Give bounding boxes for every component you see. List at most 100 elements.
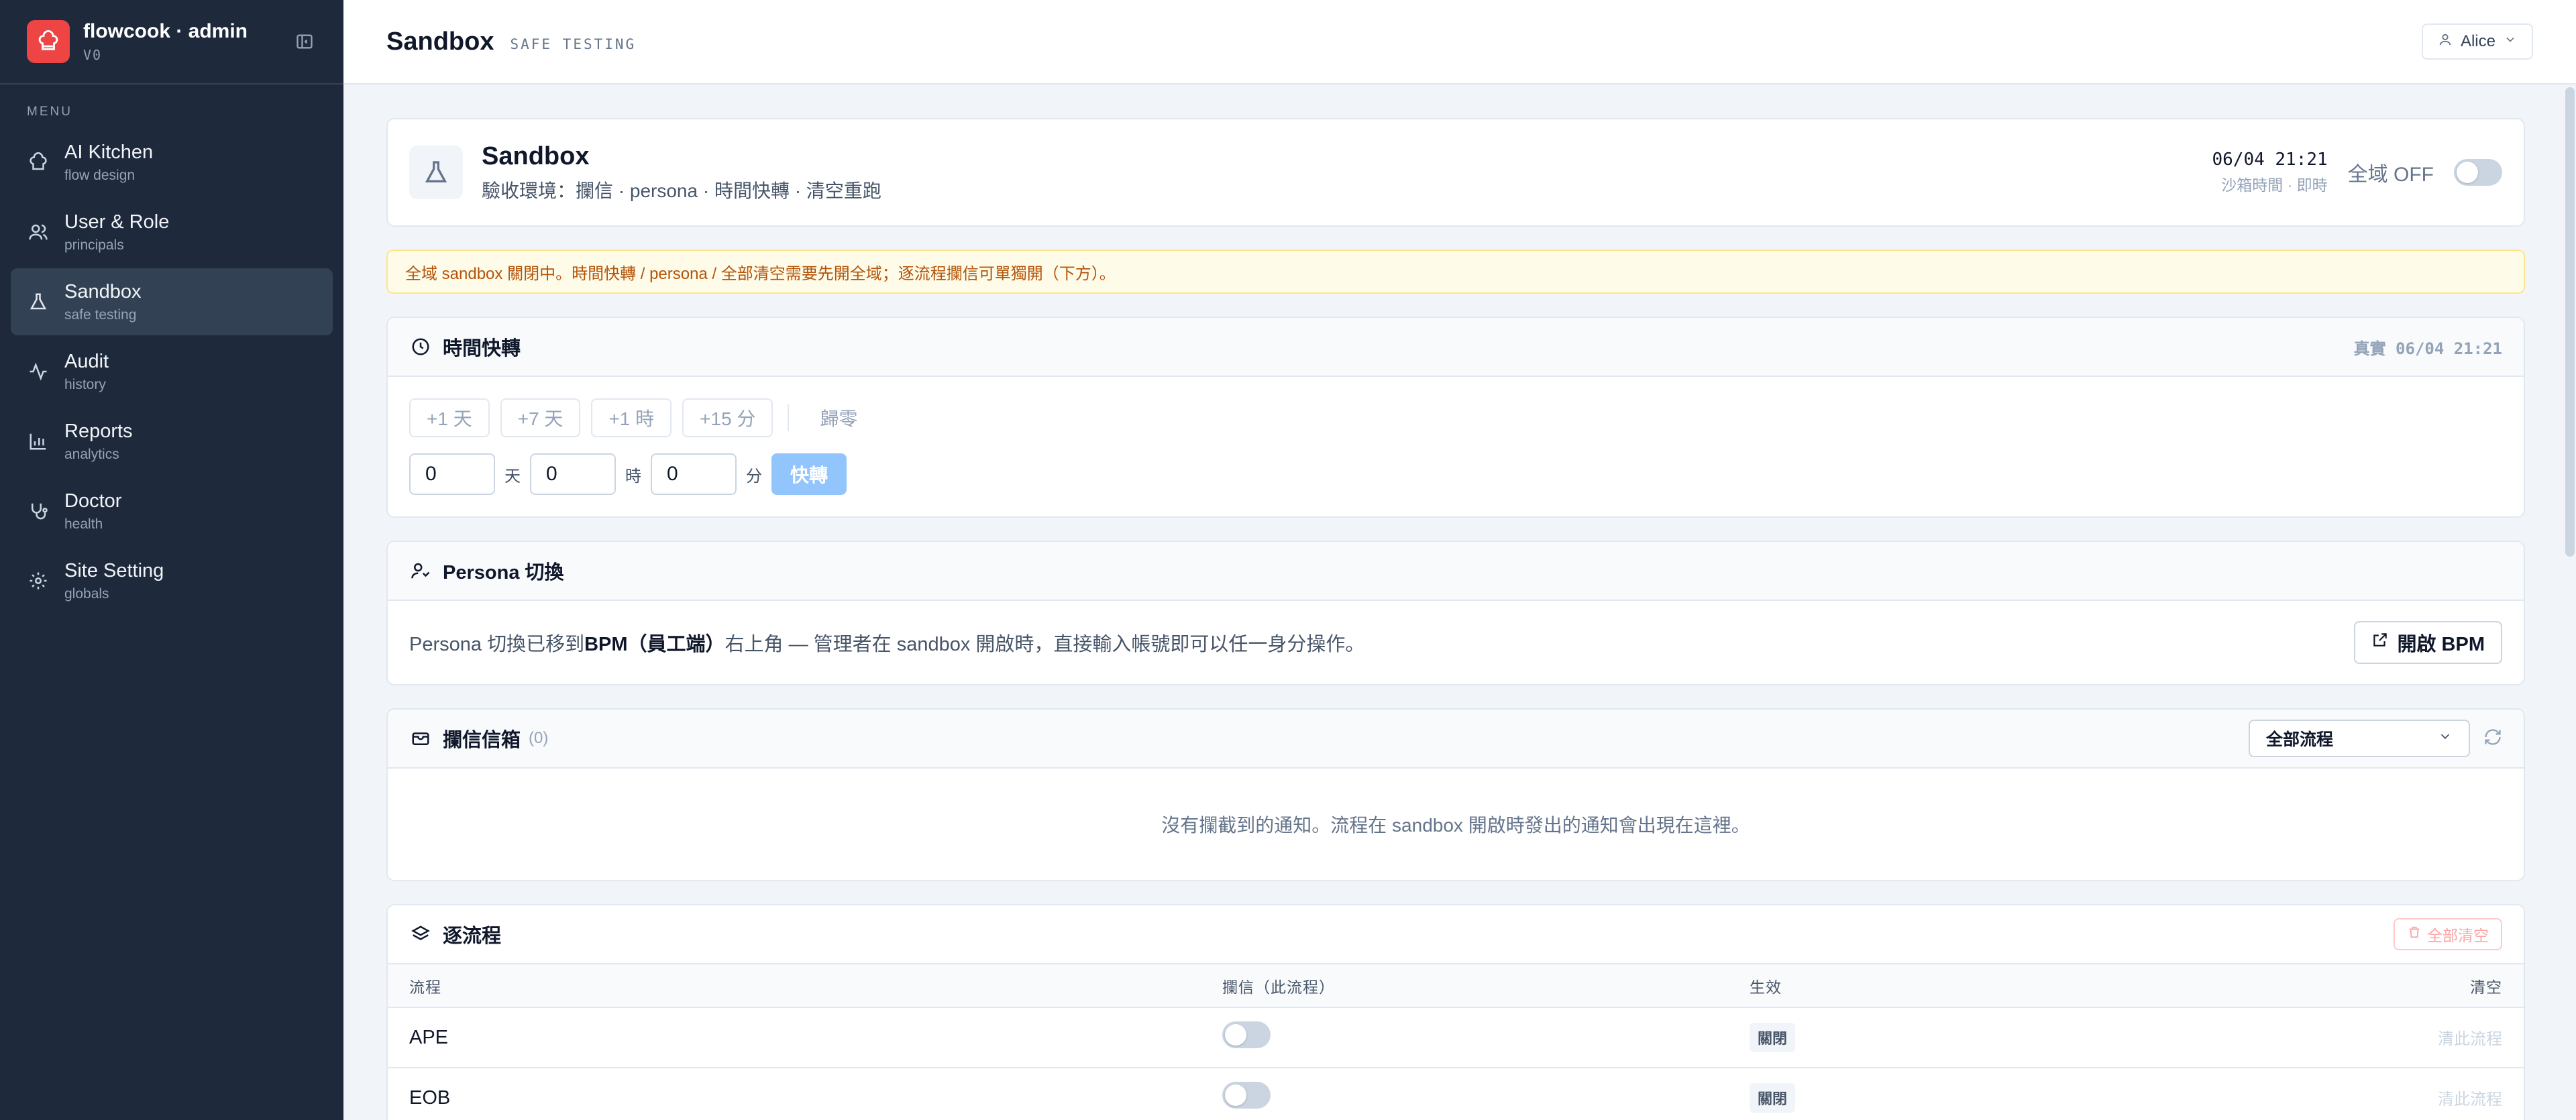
status-badge: 關閉 <box>1750 1083 1796 1113</box>
topbar: Sandbox SAFE TESTING Alice <box>343 0 2576 85</box>
table-row: APE 關閉 清此流程 <box>388 1007 2524 1068</box>
flow-filter-select[interactable]: 全部流程 <box>2249 720 2470 757</box>
global-toggle-label: 全域 OFF <box>2347 164 2434 186</box>
brand-header: flowcook · admin V0 <box>0 0 343 85</box>
sidebar-item-audit[interactable]: Audit history <box>11 338 333 405</box>
users-icon <box>27 221 50 243</box>
fast-forward-button[interactable]: 快轉 <box>771 453 847 495</box>
chevron-down-icon <box>2438 729 2453 748</box>
per-flow-card: 逐流程 全部清空 流程 攔信（此流程） 生效 清空 APE 關閉 清此流程 EO… <box>386 904 2525 1120</box>
sidebar-item-sub: health <box>64 516 103 532</box>
days-unit: 天 <box>504 467 521 486</box>
clear-all-label: 全部清空 <box>2427 927 2489 944</box>
sidebar-item-label: User & Role <box>64 211 170 233</box>
hours-input[interactable]: 0 <box>530 453 616 495</box>
sidebar-item-sub: analytics <box>64 446 119 462</box>
flow-filter-value: 全部流程 <box>2266 730 2334 749</box>
refresh-icon[interactable] <box>2483 728 2502 750</box>
column-header: 流程 <box>388 964 1201 1008</box>
user-menu-button[interactable]: Alice <box>2421 23 2533 60</box>
bar-chart-icon <box>27 430 50 453</box>
table-row: EOB 關閉 清此流程 <box>388 1068 2524 1120</box>
minutes-unit: 分 <box>746 467 762 486</box>
user-switch-icon <box>409 559 432 582</box>
column-header: 生效 <box>1728 964 2088 1008</box>
sidebar: flowcook · admin V0 MENU AI Kitchen flow … <box>0 0 343 1120</box>
sidebar-item-sub: principals <box>64 237 124 253</box>
sidebar-item-user-role[interactable]: User & Role principals <box>11 199 333 266</box>
main-content: Sandbox 驗收環境：攔信 · persona · 時間快轉 · 清空重跑 … <box>386 118 2525 1120</box>
global-off-alert: 全域 sandbox 關閉中。時間快轉 / persona / 全部清空需要先開… <box>386 249 2525 294</box>
hero-title: Sandbox <box>482 142 590 170</box>
per-flow-table: 流程 攔信（此流程） 生效 清空 APE 關閉 清此流程 EOB 關閉 清此流程 <box>388 964 2524 1120</box>
minutes-input[interactable]: 0 <box>651 453 737 495</box>
sidebar-item-reports[interactable]: Reports analytics <box>11 408 333 475</box>
user-name: Alice <box>2460 32 2496 50</box>
sidebar-item-site-setting[interactable]: Site Setting globals <box>11 547 333 614</box>
sidebar-item-label: Audit <box>64 350 109 372</box>
inbox-icon <box>409 727 432 750</box>
menu-label: MENU <box>27 105 72 119</box>
sidebar-item-sub: globals <box>64 585 109 602</box>
flow-intercept-toggle[interactable] <box>1222 1021 1271 1048</box>
gear-icon <box>27 569 50 592</box>
hours-unit: 時 <box>625 467 641 486</box>
external-link-icon <box>2371 631 2389 654</box>
open-bpm-button[interactable]: 開啟 BPM <box>2354 621 2502 664</box>
chevron-down-icon <box>2504 32 2517 51</box>
sidebar-collapse-icon[interactable] <box>292 30 317 54</box>
inbox-empty-message: 沒有攔截到的通知。流程在 sandbox 開啟時發出的通知會出現在這裡。 <box>1161 815 1750 836</box>
activity-icon <box>27 360 50 383</box>
brand-title: flowcook · admin <box>83 20 248 42</box>
sidebar-item-label: Reports <box>64 420 133 442</box>
sidebar-item-label: Site Setting <box>64 559 164 581</box>
sidebar-item-label: Sandbox <box>64 280 142 302</box>
clear-flow-button[interactable]: 清此流程 <box>2438 1090 2502 1109</box>
column-header: 攔信（此流程） <box>1201 964 1728 1008</box>
page-title: Sandbox <box>386 27 494 56</box>
days-input[interactable]: 0 <box>409 453 495 495</box>
intercept-inbox-card: 攔信信箱 (0) 全部流程 沒有攔截到的通知。流程在 sandbox 開啟時發出… <box>386 708 2525 881</box>
column-header: 清空 <box>2088 964 2524 1008</box>
real-time-readout: 真實 06/04 21:21 <box>2353 339 2502 358</box>
card-title: 攔信信箱 <box>443 730 521 751</box>
user-icon <box>2438 32 2453 52</box>
sidebar-item-sub: safe testing <box>64 306 137 323</box>
add-15-min-button[interactable]: +15 分 <box>682 398 773 437</box>
clear-flow-button[interactable]: 清此流程 <box>2438 1030 2502 1048</box>
open-bpm-label: 開啟 BPM <box>2397 634 2485 655</box>
chef-hat-icon <box>27 151 50 174</box>
page-subtitle: SAFE TESTING <box>510 36 637 52</box>
sidebar-item-label: AI Kitchen <box>64 141 154 163</box>
hero-subtitle: 驗收環境：攔信 · persona · 時間快轉 · 清空重跑 <box>482 180 881 201</box>
sidebar-item-sandbox[interactable]: Sandbox safe testing <box>11 268 333 335</box>
sidebar-item-doctor[interactable]: Doctor health <box>11 478 333 545</box>
clock-icon <box>409 335 432 358</box>
card-title: 時間快轉 <box>443 338 521 359</box>
trash-icon <box>2407 925 2422 944</box>
flow-name: EOB <box>388 1068 1201 1120</box>
sidebar-item-sub: flow design <box>64 167 136 183</box>
clear-all-button[interactable]: 全部清空 <box>2394 918 2502 950</box>
sidebar-item-ai-kitchen[interactable]: AI Kitchen flow design <box>11 129 333 196</box>
brand-version: V0 <box>83 47 103 63</box>
persona-text-after: 右上角 — 管理者在 sandbox 開啟時，直接輸入帳號即可以任一身分操作。 <box>724 634 1365 655</box>
flask-icon <box>27 290 50 313</box>
reset-time-button[interactable]: 歸零 <box>804 398 874 437</box>
flow-intercept-toggle[interactable] <box>1222 1082 1271 1109</box>
add-1-hour-button[interactable]: +1 時 <box>591 398 672 437</box>
card-title: 逐流程 <box>443 926 502 947</box>
persona-text-bold: BPM（員工端） <box>584 634 725 655</box>
time-fast-forward-card: 時間快轉 真實 06/04 21:21 +1 天 +7 天 +1 時 +15 分… <box>386 317 2525 518</box>
card-title: Persona 切換 <box>443 562 564 583</box>
page-scrollbar[interactable] <box>2565 87 2575 557</box>
global-sandbox-toggle[interactable] <box>2454 159 2502 186</box>
add-7-days-button[interactable]: +7 天 <box>500 398 581 437</box>
sandbox-clock-label: 沙箱時間 · 即時 <box>2221 176 2328 194</box>
status-badge: 關閉 <box>1750 1023 1796 1052</box>
sidebar-item-label: Doctor <box>64 490 122 512</box>
add-1-day-button[interactable]: +1 天 <box>409 398 490 437</box>
flask-icon <box>409 146 463 199</box>
sandbox-clock-time: 06/04 21:21 <box>2212 150 2328 170</box>
divider <box>788 404 790 431</box>
